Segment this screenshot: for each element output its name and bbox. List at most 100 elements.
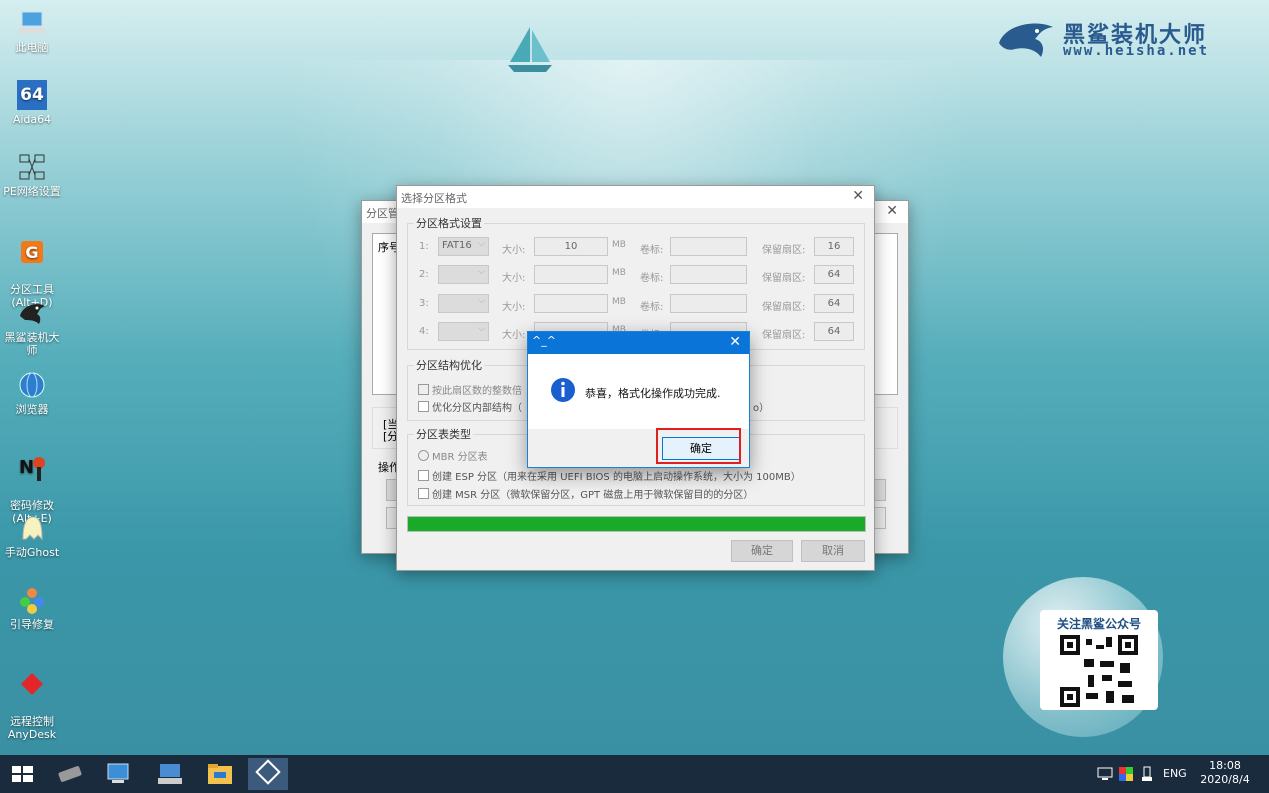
desktop-icon-this-pc[interactable]: 此电脑 [0,8,64,54]
computer-icon [19,11,45,33]
filesystem-select[interactable]: ⌵ [438,265,489,284]
desktop-icon-partition-tool[interactable]: G 分区工具 (Alt+D) [0,224,64,309]
remote-desktop-icon[interactable] [98,758,138,790]
optimize-structure-checkbox[interactable]: 优化分区内部结构（ [418,399,522,414]
usb-icon[interactable] [1141,766,1153,782]
windows-start-icon[interactable] [0,755,45,793]
shark-logo-icon [999,23,1053,57]
checkbox-box [418,470,429,481]
volume-field[interactable] [670,265,747,284]
size-field[interactable] [534,265,608,284]
mb-label: MB [612,240,626,250]
desktop-icon-label: 此电脑 [15,41,49,54]
clock-time: 18:08 [1209,759,1241,772]
desktop-icon-label: PE网络设置 [3,185,61,198]
align-sectors-checkbox[interactable]: 按此扇区数的整数倍 [418,382,522,397]
filesystem-select[interactable]: FAT16 ⌵ [438,237,489,256]
info-icon [551,378,575,402]
input-language[interactable]: ENG [1163,767,1187,780]
reserved-field[interactable]: 64 [814,265,854,284]
volume-field[interactable] [670,237,747,256]
qr-card: 关注黑鲨公众号 [1040,610,1158,710]
row-number: 3: [419,298,429,309]
desktop-icon-heisha[interactable]: 黑鲨装机大师 [0,298,64,357]
row-number: 1: [419,241,429,252]
shark-icon [20,304,45,324]
desktop-icon-network[interactable]: PE网络设置 [0,152,64,198]
anydesk-icon [21,673,43,695]
brand-url: www.heisha.net [1063,43,1210,59]
size-field[interactable] [534,294,608,313]
mb-label: MB [612,297,626,307]
ghost-icon [22,516,43,541]
qr-title: 关注黑鲨公众号 [1056,617,1141,631]
password-icon: N [19,457,45,481]
progress-fill [408,517,865,531]
group-label: 分区格式设置 [414,215,484,231]
desktop-icon-ghost[interactable]: 手动Ghost [0,513,64,559]
volume-field[interactable] [670,294,747,313]
size-label: 大小: [502,273,526,284]
network-icon [19,154,45,180]
reserved-field[interactable]: 64 [814,322,854,341]
keyboard-icon[interactable] [150,758,190,790]
size-label: 大小: [502,302,526,313]
clock[interactable]: 18:08 2020/8/4 [1195,759,1255,787]
reserved-label: 保留扇区: [762,245,806,256]
close-icon[interactable]: ✕ [852,188,864,204]
msr-checkbox[interactable]: 创建 MSR 分区（微软保留分区，GPT 磁盘上用于微软保留目的的分区） [418,486,753,501]
desktop-icon-label: 手动Ghost [4,546,60,559]
checkbox-label: 优化分区内部结构（ [432,403,522,414]
mbr-radio[interactable]: MBR 分区表 [418,448,488,463]
desktop-icon-boot-repair[interactable]: 引导修复 [0,585,64,631]
reserved-label: 保留扇区: [762,302,806,313]
volume-label: 卷标: [640,245,664,256]
size-label: 大小: [502,330,526,341]
volume-label: 卷标: [640,302,664,313]
radio-label: MBR 分区表 [432,452,488,463]
reserved-label: 保留扇区: [762,330,806,341]
chevron-down-icon: ⌵ [478,296,485,306]
disk-tool-icon[interactable] [50,758,90,790]
size-label: 大小: [502,245,526,256]
partition-tool-icon: G [21,241,43,263]
close-icon[interactable]: ✕ [729,334,741,350]
chevron-down-icon: ⌵ [478,239,485,249]
color-app-icon[interactable] [1119,767,1133,781]
close-icon[interactable]: ✕ [886,203,898,219]
file-explorer-icon[interactable] [200,758,240,790]
row-number: 2: [419,269,429,280]
reserved-field[interactable]: 16 [814,237,854,256]
desktop-icon-browser[interactable]: 浏览器 [0,370,64,416]
reserved-label: 保留扇区: [762,273,806,284]
cancel-button[interactable]: 取消 [801,540,865,562]
size-field[interactable]: 10 [534,237,608,256]
checkbox-label: 按此扇区数的整数倍 [432,386,522,397]
taskbar: ENG 18:08 2020/8/4 [0,755,1269,793]
taskbar-item-partition-tool[interactable] [248,758,288,790]
qr-code-image [1060,635,1138,707]
chevron-down-icon: ⌵ [478,324,485,334]
svg-text:G: G [25,243,38,262]
highlight-box [656,428,741,464]
ok-button[interactable]: 确定 [731,540,793,562]
filesystem-select[interactable]: ⌵ [438,294,489,313]
checkbox-label: 创建 ESP 分区（用来在采用 UEFI BIOS 的电脑上启动操作系统，大小为… [432,472,801,483]
desktop-icon-label: 远程控制 AnyDesk [7,715,57,741]
reserved-field[interactable]: 64 [814,294,854,313]
radio-icon [418,450,429,461]
desktop-icon-label: 引导修复 [10,618,54,631]
desktop-icon-anydesk[interactable]: 远程控制 AnyDesk [0,656,64,741]
esp-checkbox[interactable]: 创建 ESP 分区（用来在采用 UEFI BIOS 的电脑上启动操作系统，大小为… [418,468,801,483]
filesystem-select[interactable]: ⌵ [438,322,489,341]
volume-label: 卷标: [640,273,664,284]
checkbox-box [418,488,429,499]
desktop-icon-label: Aida64 [12,113,52,126]
boot-repair-icon [20,588,44,614]
system-tray: ENG 18:08 2020/8/4 [1089,755,1269,793]
group-label: 分区结构优化 [414,357,484,373]
sailboat-logo [508,27,552,72]
desktop-icon-aida64[interactable]: 64 Aida64 [0,80,64,126]
network-status-icon[interactable] [1097,767,1113,781]
checkmark-icon [418,384,429,395]
